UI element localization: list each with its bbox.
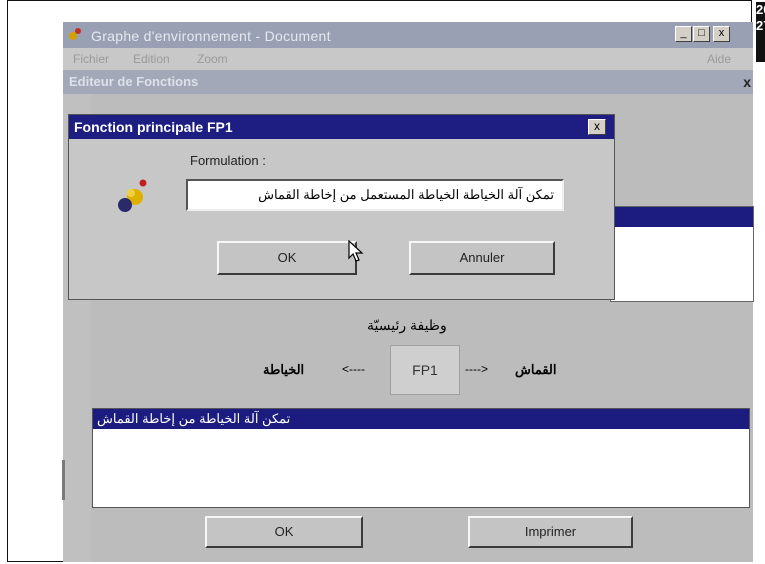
arrow-right: ----> — [465, 362, 488, 376]
editor-ok-button[interactable]: OK — [205, 516, 363, 548]
minimize-button[interactable]: _ — [675, 26, 692, 42]
main-titlebar[interactable]: Graphe d'environnement - Document _ □ x — [63, 22, 753, 48]
left-element-label: الخياطة — [263, 362, 305, 377]
function-list-selected-text: تمكن آلة الخياطة من إخاطة القماش — [97, 411, 291, 426]
print-button[interactable]: Imprimer — [468, 516, 633, 548]
dialog-cancel-button[interactable]: Annuler — [409, 241, 555, 275]
editor-titlebar[interactable]: Editeur de Fonctions x — [63, 70, 753, 94]
function-list-upper[interactable] — [610, 206, 754, 302]
editor-title: Editeur de Fonctions — [69, 74, 199, 89]
function-list-upper-selection[interactable] — [611, 207, 753, 227]
dialog-close-button[interactable]: x — [588, 119, 606, 135]
function-icon — [118, 179, 147, 212]
maximize-button[interactable]: □ — [693, 26, 710, 42]
window-edge — [62, 460, 65, 500]
function-box[interactable]: FP1 — [390, 345, 460, 395]
menu-edition[interactable]: Edition — [133, 52, 170, 66]
function-type-label: وظيفة رئيسيّة — [367, 317, 447, 333]
main-window-title: Graphe d'environnement - Document — [91, 28, 331, 44]
clock: 20 27 — [756, 2, 765, 62]
editor-close-button[interactable]: x — [743, 74, 751, 90]
app-icon — [69, 28, 81, 40]
formulation-input[interactable]: تمكن آلة الخياطة الخياطة المستعمل من إخا… — [186, 179, 564, 211]
right-element-label: القماش — [515, 362, 557, 377]
menu-aide[interactable]: Aide — [707, 52, 731, 66]
close-button[interactable]: x — [713, 26, 730, 42]
menu-zoom[interactable]: Zoom — [197, 52, 228, 66]
formulation-label: Formulation : — [190, 153, 266, 168]
function-list-selected-row[interactable]: تمكن آلة الخياطة من إخاطة القماش — [93, 409, 749, 429]
function-dialog: Fonction principale FP1 x Formulation : … — [68, 114, 615, 300]
dialog-title: Fonction principale FP1 — [74, 119, 233, 135]
dialog-ok-button[interactable]: OK — [217, 241, 357, 275]
menubar: Fichier Edition Zoom Aide — [63, 48, 753, 70]
arrow-left: <---- — [342, 362, 365, 376]
mouse-cursor-icon — [348, 240, 364, 262]
dialog-titlebar[interactable]: Fonction principale FP1 x — [69, 115, 614, 139]
menu-fichier[interactable]: Fichier — [73, 52, 109, 66]
function-list[interactable]: تمكن آلة الخياطة من إخاطة القماش — [92, 408, 750, 508]
